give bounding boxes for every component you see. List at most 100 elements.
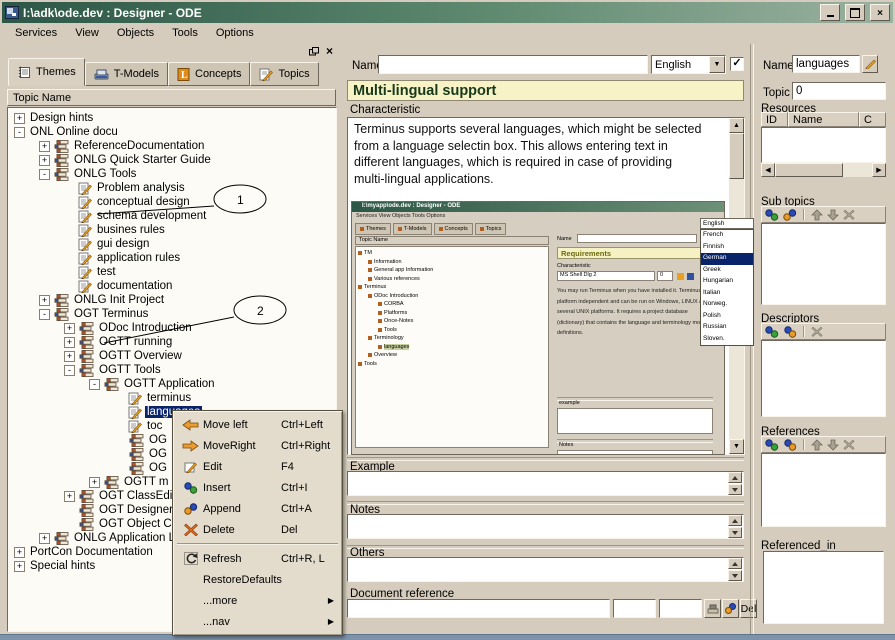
- tree-expander-icon[interactable]: +: [89, 477, 100, 488]
- tree-item[interactable]: terminus: [8, 391, 336, 405]
- tree-expander-icon[interactable]: +: [64, 351, 75, 362]
- move-up-icon[interactable]: [811, 439, 823, 451]
- tab-topics[interactable]: Topics: [250, 62, 318, 86]
- tree-item[interactable]: gui design: [8, 237, 336, 251]
- move-up-icon[interactable]: [811, 209, 823, 221]
- menu-item[interactable]: View: [66, 25, 108, 41]
- others-input[interactable]: [347, 557, 744, 582]
- tree-item[interactable]: schema development: [8, 209, 336, 223]
- tree-item[interactable]: conceptual design: [8, 195, 336, 209]
- tree-item[interactable]: - ONLG Tools: [8, 167, 336, 181]
- menu-item-insert[interactable]: Insert Ctrl+I: [175, 477, 340, 498]
- referenced-in-list[interactable]: [763, 551, 884, 624]
- tree-expander-icon[interactable]: -: [14, 127, 25, 138]
- tree-item[interactable]: + ONLG Quick Starter Guide: [8, 153, 336, 167]
- topic-id-input[interactable]: 0: [792, 82, 886, 100]
- others-spin-up[interactable]: [728, 558, 742, 569]
- descriptors-list[interactable]: [761, 340, 886, 417]
- topic-name-input[interactable]: languages: [792, 55, 860, 73]
- close-button[interactable]: ×: [870, 4, 890, 21]
- tree-item[interactable]: application rules: [8, 251, 336, 265]
- tree-item[interactable]: Problem analysis: [8, 181, 336, 195]
- tree-expander-icon[interactable]: +: [14, 561, 25, 572]
- scroll-left-icon[interactable]: ◀: [761, 163, 775, 177]
- chevron-down-icon[interactable]: ▼: [709, 56, 725, 73]
- language-select[interactable]: English ▼: [651, 55, 726, 74]
- notes-spin-down[interactable]: [728, 527, 742, 538]
- tree-item[interactable]: + OGTT Overview: [8, 349, 336, 363]
- tree-expander-icon[interactable]: +: [64, 491, 75, 502]
- tree-item[interactable]: - OGTT Tools: [8, 363, 336, 377]
- menu-item[interactable]: Tools: [163, 25, 207, 41]
- tree-expander-icon[interactable]: -: [39, 169, 50, 180]
- tree-expander-icon[interactable]: -: [39, 309, 50, 320]
- resources-col-name[interactable]: Name: [788, 112, 859, 127]
- hscrollbar-thumb[interactable]: [775, 163, 843, 177]
- tree-item[interactable]: - OGTT Application: [8, 377, 336, 391]
- remove-icon[interactable]: [843, 209, 855, 220]
- tree-expander-icon[interactable]: +: [14, 547, 25, 558]
- tab-concepts[interactable]: L Concepts: [168, 62, 250, 86]
- notes-input[interactable]: [347, 514, 744, 539]
- insert-icon[interactable]: [765, 439, 779, 451]
- link-topic-icon[interactable]: [783, 439, 797, 451]
- example-spin-down[interactable]: [728, 484, 742, 495]
- tree-item[interactable]: - ONL Online docu: [8, 125, 336, 139]
- document-open-button[interactable]: [704, 599, 721, 618]
- language-checkbox[interactable]: ✓: [730, 57, 744, 71]
- tree-item[interactable]: + ODoc Introduction: [8, 321, 336, 335]
- resources-table-body[interactable]: [761, 127, 886, 163]
- menu-item-restore-defaults[interactable]: RestoreDefaults: [175, 569, 340, 590]
- tree-expander-icon[interactable]: +: [64, 323, 75, 334]
- example-spin-up[interactable]: [728, 472, 742, 483]
- scroll-right-icon[interactable]: ▶: [872, 163, 886, 177]
- menu-item-edit[interactable]: Edit F4: [175, 456, 340, 477]
- link-topic-icon[interactable]: [783, 326, 797, 338]
- resources-col-id[interactable]: ID: [761, 112, 788, 127]
- insert-icon[interactable]: [765, 209, 779, 221]
- tree-expander-icon[interactable]: -: [89, 379, 100, 390]
- tree-item[interactable]: + Design hints: [8, 111, 336, 125]
- example-input[interactable]: [347, 471, 744, 496]
- menu-item-move-left[interactable]: Move left Ctrl+Left: [175, 414, 340, 435]
- document-link-button[interactable]: [722, 599, 739, 618]
- name-input[interactable]: [378, 55, 648, 74]
- topic-name-edit-button[interactable]: [862, 55, 878, 73]
- maximize-button[interactable]: [845, 4, 865, 21]
- document-delete-button[interactable]: Del: [740, 599, 757, 618]
- tree-expander-icon[interactable]: +: [39, 155, 50, 166]
- tree-column-header[interactable]: Topic Name: [7, 89, 336, 106]
- document-reference-input[interactable]: [347, 599, 610, 618]
- document-reference-field-3[interactable]: [659, 599, 702, 618]
- tree-item[interactable]: busines rules: [8, 223, 336, 237]
- scroll-down-icon[interactable]: ▼: [729, 439, 744, 454]
- resources-col-c[interactable]: C: [859, 112, 886, 127]
- move-down-icon[interactable]: [827, 439, 839, 451]
- tree-expander-icon[interactable]: +: [39, 295, 50, 306]
- insert-icon[interactable]: [765, 326, 779, 338]
- sub-topics-list[interactable]: [761, 223, 886, 305]
- tree-item[interactable]: - OGT Terminus: [8, 307, 336, 321]
- scrollbar-thumb[interactable]: [729, 133, 744, 179]
- move-down-icon[interactable]: [827, 209, 839, 221]
- tree-item[interactable]: + ReferenceDocumentation: [8, 139, 336, 153]
- tree-expander-icon[interactable]: +: [39, 141, 50, 152]
- menu-item-refresh[interactable]: Refresh Ctrl+R, L: [175, 548, 340, 569]
- remove-icon[interactable]: [843, 439, 855, 450]
- menu-item-move-right[interactable]: MoveRight Ctrl+Right: [175, 435, 340, 456]
- menu-item-more[interactable]: ...more ▶: [175, 590, 340, 611]
- tree-item[interactable]: test: [8, 265, 336, 279]
- menu-item-delete[interactable]: Delete Del: [175, 519, 340, 540]
- tree-expander-icon[interactable]: +: [64, 337, 75, 348]
- resources-hscrollbar[interactable]: ◀ ▶: [761, 163, 886, 177]
- references-list[interactable]: [761, 453, 886, 527]
- tree-expander-icon[interactable]: +: [14, 113, 25, 124]
- tree-expander-icon[interactable]: +: [39, 533, 50, 544]
- document-reference-field-2[interactable]: [613, 599, 656, 618]
- close-panel-icon[interactable]: ×: [326, 46, 333, 56]
- tree-item[interactable]: documentation: [8, 279, 336, 293]
- others-spin-down[interactable]: [728, 570, 742, 581]
- tree-item[interactable]: + OGTT running: [8, 335, 336, 349]
- tree-item[interactable]: + ONLG Init Project: [8, 293, 336, 307]
- append-icon[interactable]: [783, 209, 797, 221]
